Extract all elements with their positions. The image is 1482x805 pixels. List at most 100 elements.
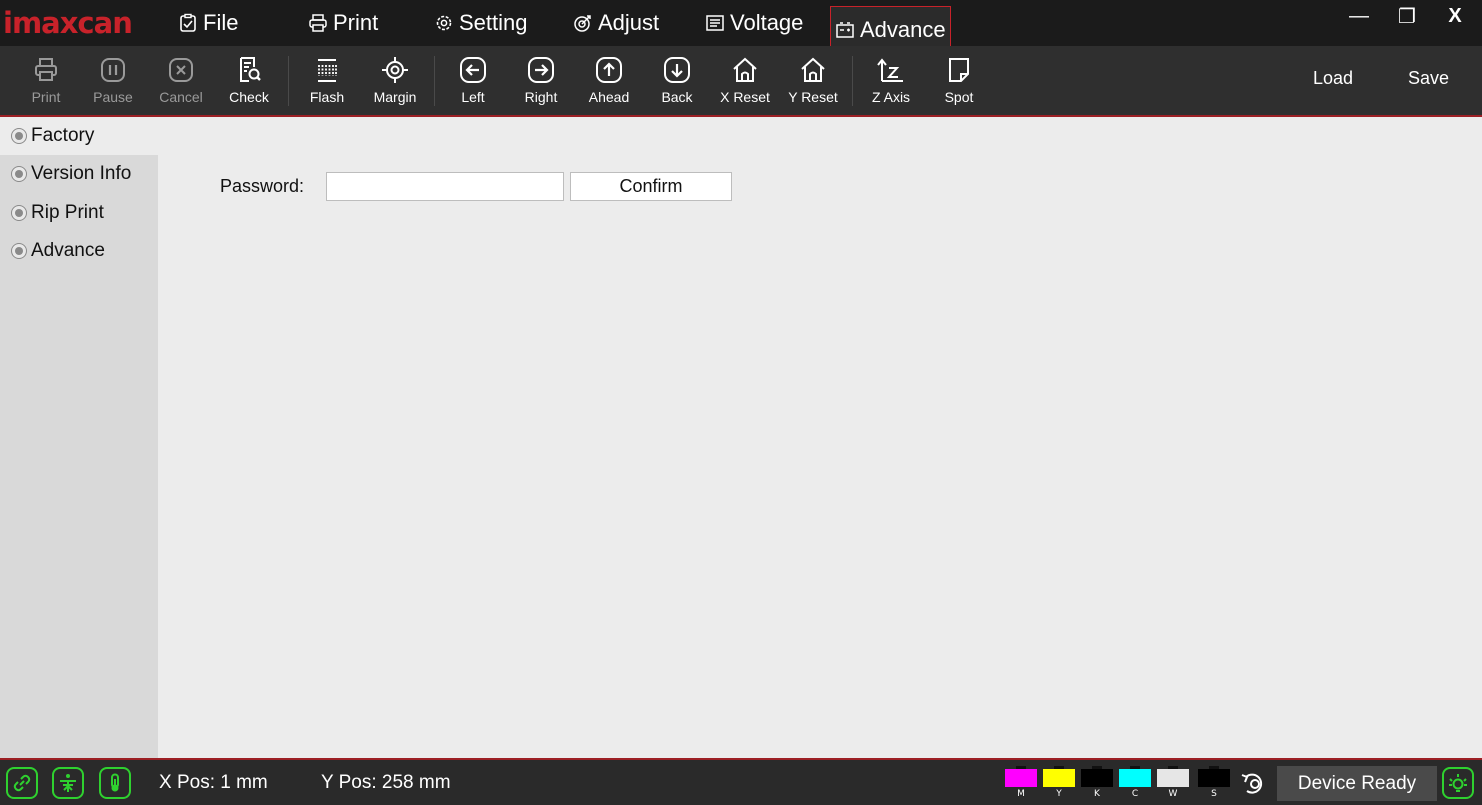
ink-yellow: Y (1043, 766, 1075, 799)
menu-print[interactable]: Print (308, 0, 378, 46)
ink-black: K (1081, 766, 1113, 799)
toolbar-separator (288, 56, 289, 106)
ink-fill (1198, 769, 1230, 787)
app-window: imaxcan File Print Setting Adjust Voltag… (0, 0, 1482, 805)
sidebar-item-label: Factory (31, 125, 95, 146)
back-tool-button[interactable]: Back (644, 46, 710, 115)
flash-tool-button[interactable]: Flash (294, 46, 360, 115)
menu-advance-label: Advance (860, 16, 946, 42)
status-bar: X Pos: 1 mm Y Pos: 258 mm M Y K C W S De… (0, 758, 1482, 805)
left-tool-button[interactable]: Left (440, 46, 506, 115)
ink-label: C (1131, 789, 1139, 799)
menu-adjust[interactable]: Adjust (573, 0, 659, 46)
z-axis-icon (877, 58, 903, 82)
toolbar-separator (434, 56, 435, 106)
menu-print-label: Print (333, 10, 379, 35)
arrow-up-icon (596, 57, 622, 83)
pause-tool-button[interactable]: Pause (80, 46, 146, 115)
cancel-tool-label: Cancel (159, 89, 203, 105)
ink-spot: S (1198, 766, 1230, 799)
cleaning-button[interactable] (1238, 767, 1270, 799)
minimize-button[interactable]: — (1337, 0, 1381, 32)
sidebar-item-advance[interactable]: Advance (0, 232, 158, 270)
y-reset-tool-button[interactable]: Y Reset (780, 46, 846, 115)
arrow-left-icon (460, 57, 486, 83)
gear-icon (436, 15, 452, 31)
radio-icon (11, 205, 27, 221)
y-position-readout: Y Pos: 258 mm (321, 772, 451, 793)
ahead-tool-label: Ahead (588, 89, 630, 105)
temperature-status-icon[interactable] (99, 767, 131, 799)
light-status-icon[interactable] (1442, 767, 1474, 799)
load-button[interactable]: Load (1313, 68, 1353, 89)
link-status-icon[interactable] (6, 767, 38, 799)
x-position-readout: X Pos: 1 mm (159, 772, 268, 793)
crosshair-icon (382, 57, 408, 83)
carriage-status-icon[interactable] (52, 767, 84, 799)
check-tool-button[interactable]: Check (216, 46, 282, 115)
ink-fill (1157, 769, 1189, 787)
sidebar-item-rip-print[interactable]: Rip Print (0, 194, 158, 232)
sidebar: Factory Version Info Rip Print Advance (0, 117, 158, 758)
radio-icon (11, 166, 27, 182)
menu-voltage[interactable]: Voltage (705, 0, 803, 46)
ink-label: K (1094, 789, 1100, 799)
print-tool-button[interactable]: Print (13, 46, 79, 115)
link-icon (13, 774, 31, 792)
print-tool-label: Print (31, 89, 61, 105)
restore-button[interactable]: ❐ (1385, 0, 1429, 32)
spot-tool-button[interactable]: Spot (926, 46, 992, 115)
toolbar-separator (852, 56, 853, 106)
menu-setting[interactable]: Setting (434, 0, 528, 46)
ink-label: Y (1056, 789, 1062, 799)
sidebar-item-label: Advance (31, 240, 105, 261)
sidebar-item-label: Version Info (31, 163, 132, 184)
confirm-button[interactable]: Confirm (570, 172, 732, 201)
ink-fill (1119, 769, 1151, 787)
menu-file[interactable]: File (178, 0, 238, 46)
ink-fill (1005, 769, 1037, 787)
pause-tool-label: Pause (93, 89, 133, 105)
z-axis-tool-label: Z Axis (871, 89, 911, 105)
password-label: Password: (220, 176, 305, 196)
password-input[interactable] (326, 172, 564, 201)
margin-tool-label: Margin (373, 89, 417, 105)
menu-file-label: File (203, 10, 239, 35)
printer-icon (35, 58, 57, 81)
check-doc-icon (240, 57, 261, 82)
save-button[interactable]: Save (1408, 68, 1449, 89)
toolbar: Print Pause Cancel Check Flash Margin Le… (0, 46, 1482, 117)
flash-tool-label: Flash (309, 89, 345, 105)
spot-icon (949, 58, 969, 82)
radio-icon (11, 243, 27, 259)
home-icon (801, 57, 825, 82)
cancel-tool-button[interactable]: Cancel (148, 46, 214, 115)
arrow-down-icon (664, 57, 690, 83)
sun-icon (1449, 774, 1467, 792)
ink-magenta: M (1005, 766, 1037, 799)
battery-icon (836, 21, 854, 38)
menu-bar: imaxcan File Print Setting Adjust Voltag… (0, 0, 1482, 52)
sidebar-item-factory[interactable]: Factory (0, 117, 158, 155)
right-tool-button[interactable]: Right (508, 46, 574, 115)
list-doc-icon (706, 15, 724, 31)
margin-tool-button[interactable]: Margin (362, 46, 428, 115)
close-button[interactable]: X (1433, 0, 1477, 32)
ink-fill (1043, 769, 1075, 787)
app-logo: imaxcan (3, 6, 133, 40)
ahead-tool-button[interactable]: Ahead (576, 46, 642, 115)
y-reset-tool-label: Y Reset (788, 89, 838, 105)
thermometer-icon (111, 773, 119, 792)
ink-fill (1081, 769, 1113, 787)
sidebar-item-version-info[interactable]: Version Info (0, 155, 158, 193)
spot-tool-label: Spot (944, 89, 974, 105)
arrow-right-icon (528, 57, 554, 83)
z-axis-tool-button[interactable]: Z Axis (858, 46, 924, 115)
sidebar-item-label: Rip Print (31, 202, 104, 223)
radio-icon (11, 128, 27, 144)
ink-label: M (1017, 789, 1025, 799)
cleaning-cycle-icon (1241, 773, 1263, 794)
x-reset-tool-button[interactable]: X Reset (712, 46, 778, 115)
menu-voltage-label: Voltage (730, 10, 804, 35)
clipboard-check-icon (180, 13, 196, 32)
